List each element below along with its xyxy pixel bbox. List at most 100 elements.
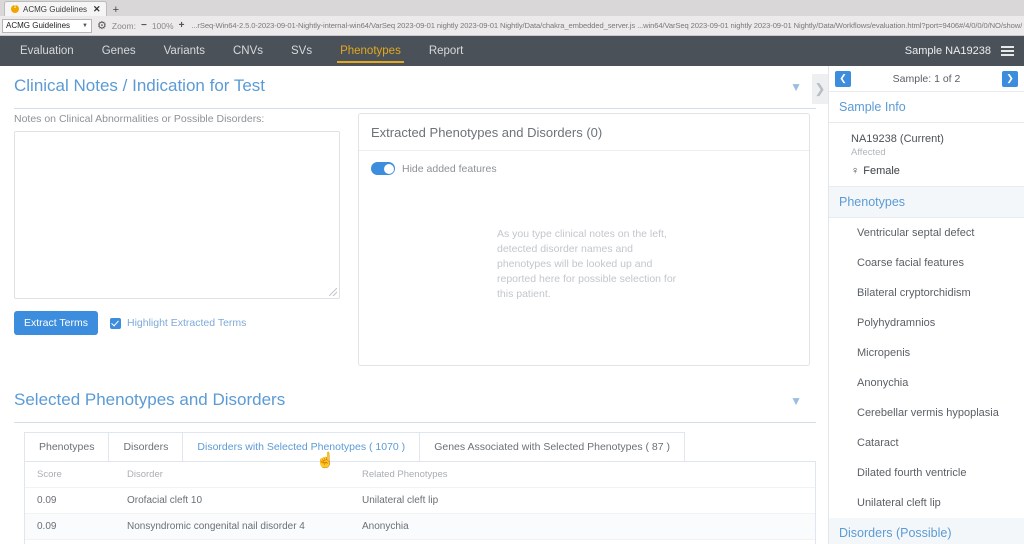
tab-phenotypes[interactable]: Phenotypes [24, 432, 110, 461]
cell-disorder: Orofacial cleft 10 [115, 487, 350, 514]
cell-disorder: Nonsyndromic congenital nail disorder 4 [115, 513, 350, 540]
next-sample-button[interactable]: ❯ [1002, 70, 1018, 87]
close-icon[interactable]: ✕ [93, 4, 101, 15]
table-header-row: Score Disorder Related Phenotypes [25, 462, 815, 488]
tab-disorders-with-selected-phenotypes[interactable]: Disorders with Selected Phenotypes ( 107… [182, 432, 421, 461]
zoom-value: 100% [151, 20, 174, 31]
column-header-score[interactable]: Score [25, 462, 115, 488]
browser-chrome: ACMG Guidelines ✕ + ACMG Guidelines ▼ ⚙ … [0, 0, 1024, 36]
browser-tab[interactable]: ACMG Guidelines ✕ [4, 1, 107, 16]
navbar-right: Sample NA19238 [905, 45, 1024, 57]
page-select[interactable]: ACMG Guidelines ▼ [2, 18, 92, 33]
sidebar-sample-sex-label: Female [863, 165, 900, 177]
table-row[interactable]: 0.09 Intellectual disability, X-linked 1… [25, 539, 815, 544]
plus-icon[interactable]: + [113, 4, 119, 16]
tab-genes-associated-with-selected-phenotypes[interactable]: Genes Associated with Selected Phenotype… [419, 432, 685, 461]
browser-tabstrip: ACMG Guidelines ✕ + [0, 0, 1024, 16]
chevron-down-icon: ▼ [82, 22, 88, 29]
highlight-extracted-terms-label: Highlight Extracted Terms [126, 317, 247, 329]
table-row[interactable]: 0.09 Nonsyndromic congenital nail disord… [25, 513, 815, 540]
selected-section-title: Selected Phenotypes and Disorders [14, 390, 286, 409]
sidebar-phenotype-item[interactable]: Cataract [829, 428, 1024, 458]
female-icon: ♀ [851, 165, 860, 177]
nav-item-variants[interactable]: Variants [150, 36, 219, 66]
sidebar-phenotype-item[interactable]: Ventricular septal defect [829, 218, 1024, 248]
nav-item-cnvs[interactable]: CNVs [219, 36, 277, 66]
nav-item-phenotypes[interactable]: Phenotypes [326, 36, 415, 66]
main-content: Clinical Notes / Indication for Test ▼ ❯… [0, 66, 828, 544]
zoom-label: Zoom: [111, 20, 136, 31]
selected-tabs: Phenotypes Disorders Disorders with Sele… [24, 432, 816, 462]
hamburger-icon[interactable] [1001, 46, 1014, 56]
resize-handle[interactable] [329, 288, 337, 296]
url-text: ...rSeq-Win64-2.5.0-2023-09-01-Nightly-i… [191, 21, 1022, 30]
extracted-empty-message: As you type clinical notes on the left, … [497, 228, 677, 300]
page-body: Clinical Notes / Indication for Test ▼ ❯… [0, 66, 1024, 544]
sidebar-phenotype-item[interactable]: Cerebellar vermis hypoplasia [829, 398, 1024, 428]
app-navbar: Evaluation Genes Variants CNVs SVs Pheno… [0, 36, 1024, 66]
cell-score: 0.09 [25, 539, 115, 544]
hide-added-features-toggle[interactable] [371, 162, 395, 175]
sample-nav-label: Sample: 1 of 2 [892, 72, 961, 85]
browser-toolbar: ACMG Guidelines ▼ ⚙ Zoom: − 100% + ...rS… [0, 16, 1024, 35]
nav-item-svs[interactable]: SVs [277, 36, 326, 66]
chevron-down-icon[interactable]: ▼ [790, 394, 802, 408]
column-header-related-phenotypes[interactable]: Related Phenotypes [350, 462, 815, 488]
zoom-in-button[interactable]: + [179, 20, 185, 31]
disorders-table: Score Disorder Related Phenotypes 0.09 O… [25, 462, 815, 544]
clinical-notes-textarea[interactable] [14, 131, 340, 299]
notes-label: Notes on Clinical Abnormalities or Possi… [14, 113, 265, 125]
sidebar-phenotype-item[interactable]: Coarse facial features [829, 248, 1024, 278]
nav-item-evaluation[interactable]: Evaluation [6, 36, 88, 66]
sample-label: Sample NA19238 [904, 45, 991, 57]
panel-collapse-handle[interactable]: ❯ [812, 74, 828, 104]
hide-added-features-row: Hide added features [359, 151, 809, 175]
sidebar-section-sample-info[interactable]: Sample Info [829, 92, 1024, 123]
cell-score: 0.09 [25, 487, 115, 514]
zoom-out-button[interactable]: − [141, 20, 147, 31]
page-title: Clinical Notes / Indication for Test [14, 76, 266, 95]
sidebar-phenotype-item[interactable]: Dilated fourth ventricle [829, 458, 1024, 488]
right-sidebar: ❮ Sample: 1 of 2 ❯ Sample Info NA19238 (… [828, 66, 1024, 544]
extract-terms-button[interactable]: Extract Terms [14, 311, 98, 335]
cell-disorder: Intellectual disability, X-linked 103 [115, 539, 350, 544]
chevron-down-icon[interactable]: ▼ [790, 80, 802, 94]
tab-disorders[interactable]: Disorders [108, 432, 184, 461]
sidebar-sample-status: Affected [851, 147, 886, 158]
cell-score: 0.09 [25, 513, 115, 540]
sidebar-phenotype-item[interactable]: Micropenis [829, 338, 1024, 368]
selected-phenotypes-section: Selected Phenotypes and Disorders ▼ Phen… [0, 380, 828, 544]
page-select-value: ACMG Guidelines [6, 21, 71, 30]
sample-navigator: ❮ Sample: 1 of 2 ❯ [829, 66, 1024, 92]
notes-actions: Extract Terms Highlight Extracted Terms [14, 311, 344, 335]
cell-related: Unilateral cleft lip [350, 487, 815, 514]
sidebar-phenotype-item[interactable]: Polyhydramnios [829, 308, 1024, 338]
cell-related: Anonychia [350, 513, 815, 540]
clinical-notes-header: Clinical Notes / Indication for Test ▼ ❯ [0, 66, 828, 104]
sidebar-phenotype-item[interactable]: Unilateral cleft lip [829, 488, 1024, 518]
sidebar-sample-sex: ♀ Female [829, 158, 1024, 186]
sidebar-sample-name: NA19238 (Current) [851, 133, 944, 145]
extracted-phenotypes-panel: Extracted Phenotypes and Disorders (0) H… [358, 113, 810, 366]
cell-related: Coarse facial features, Micropenis [350, 539, 815, 544]
table-row[interactable]: 0.09 Orofacial cleft 10 Unilateral cleft… [25, 487, 815, 514]
sidebar-phenotype-item[interactable]: Anonychia [829, 368, 1024, 398]
gear-icon[interactable]: ⚙ [97, 19, 107, 32]
selected-phenotypes-header: Selected Phenotypes and Disorders ▼ [0, 380, 828, 416]
divider [14, 422, 816, 423]
highlight-extracted-terms-checkbox[interactable]: Highlight Extracted Terms [109, 317, 247, 329]
browser-tab-title: ACMG Guidelines [23, 4, 88, 14]
extracted-panel-header: Extracted Phenotypes and Disorders (0) [359, 114, 809, 151]
nav-item-report[interactable]: Report [415, 36, 478, 66]
nav-item-genes[interactable]: Genes [88, 36, 150, 66]
column-header-disorder[interactable]: Disorder [115, 462, 350, 488]
checkbox-checked-icon [109, 317, 121, 329]
disorders-table-wrapper: Score Disorder Related Phenotypes 0.09 O… [24, 462, 816, 544]
prev-sample-button[interactable]: ❮ [835, 70, 851, 87]
sidebar-section-disorders-possible[interactable]: Disorders (Possible) [829, 518, 1024, 544]
notes-left-column: Notes on Clinical Abnormalities or Possi… [14, 113, 344, 366]
clinical-notes-body: Notes on Clinical Abnormalities or Possi… [0, 109, 828, 366]
sidebar-phenotype-item[interactable]: Bilateral cryptorchidism [829, 278, 1024, 308]
sidebar-section-phenotypes[interactable]: Phenotypes [829, 187, 1024, 218]
warning-favicon-icon [11, 3, 19, 13]
